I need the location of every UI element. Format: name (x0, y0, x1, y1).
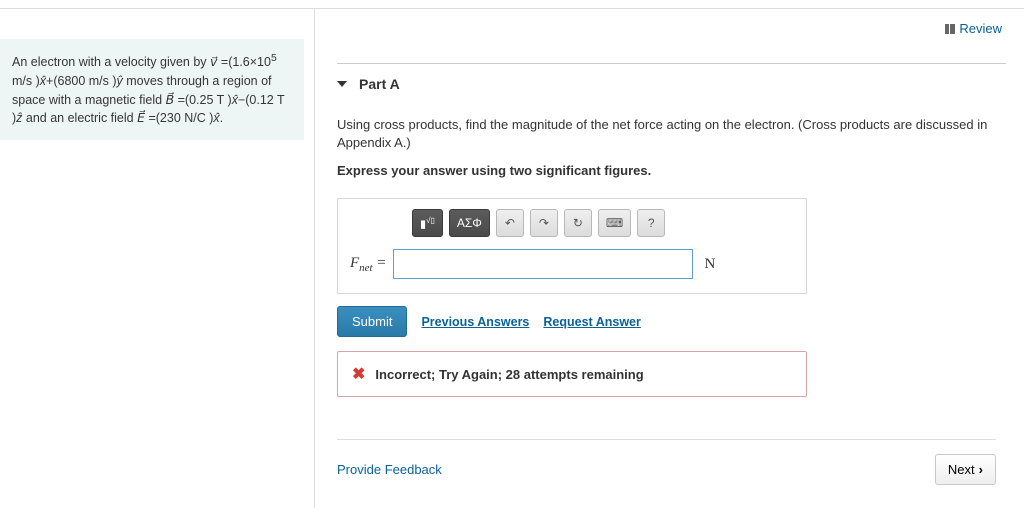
feedback-panel: ✖ Incorrect; Try Again; 28 attempts rema… (337, 351, 807, 397)
review-label: Review (959, 21, 1002, 36)
help-button[interactable]: ? (637, 209, 665, 237)
caret-down-icon (337, 81, 347, 87)
question-text: Using cross products, find the magnitude… (337, 116, 996, 154)
next-button[interactable]: Next › (935, 454, 996, 485)
feedback-text: Incorrect; Try Again; 28 attempts remain… (375, 367, 643, 382)
problem-statement: An electron with a velocity given by v⃗ … (0, 39, 304, 140)
incorrect-icon: ✖ (352, 364, 365, 384)
greek-button[interactable]: ΑΣΦ (449, 209, 490, 237)
reset-button[interactable]: ↻ (564, 209, 592, 237)
submit-button[interactable]: Submit (337, 306, 407, 337)
instruction-text: Express your answer using two significan… (337, 163, 996, 178)
templates-icon: ▮√▯ (420, 216, 435, 231)
bars-icon (945, 24, 955, 34)
request-answer-link[interactable]: Request Answer (543, 315, 640, 329)
provide-feedback-link[interactable]: Provide Feedback (337, 462, 442, 477)
answer-input[interactable] (393, 249, 693, 279)
part-header[interactable]: Part A (337, 63, 1006, 92)
previous-answers-link[interactable]: Previous Answers (421, 315, 529, 329)
keyboard-button[interactable]: ⌨ (598, 209, 631, 237)
chevron-right-icon: › (979, 462, 983, 477)
undo-button[interactable]: ↶ (496, 209, 524, 237)
unit-label: N (699, 256, 716, 273)
math-templates-button[interactable]: ▮√▯ (412, 209, 443, 237)
redo-button[interactable]: ↷ (530, 209, 558, 237)
next-label: Next (948, 462, 975, 477)
variable-label: Fnet = (350, 255, 387, 274)
answer-area: ▮√▯ ΑΣΦ ↶ ↷ ↻ ⌨ ? Fnet = N (337, 198, 807, 294)
part-title: Part A (359, 76, 400, 92)
review-link[interactable]: Review (945, 21, 1002, 36)
